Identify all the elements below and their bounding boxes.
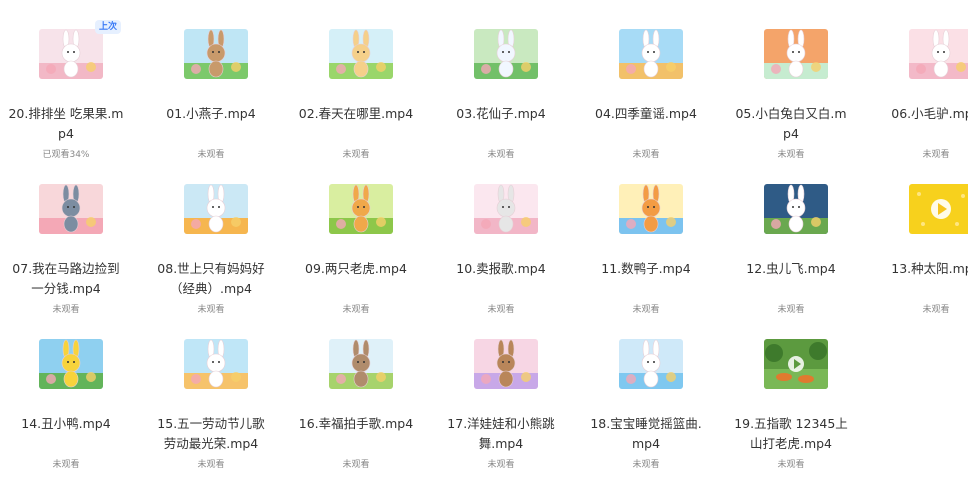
video-title[interactable]: 17.洋娃娃和小熊跳舞.mp4	[443, 414, 559, 454]
video-title[interactable]: 20.排排坐 吃果果.mp4	[8, 104, 124, 144]
video-title[interactable]: 08.世上只有妈妈好（经典）.mp4	[153, 259, 269, 299]
newspaper-rabbit-icon[interactable]	[474, 184, 538, 234]
video-title[interactable]: 06.小毛驴.mp4	[878, 104, 968, 144]
video-item[interactable]: 01.小燕子.mp4 未观看	[145, 0, 277, 160]
play-icon[interactable]	[909, 184, 968, 234]
video-item[interactable]: 16.幸福拍手歌.mp4 未观看	[290, 310, 422, 470]
video-item[interactable]: 18.宝宝睡觉摇篮曲.mp4 未观看	[580, 310, 712, 470]
video-item[interactable]: 06.小毛驴.mp4未观看	[870, 0, 968, 160]
monkey-rabbit-icon[interactable]	[184, 29, 248, 79]
two-rabbits-icon[interactable]	[764, 29, 828, 79]
watch-status: 未观看	[487, 460, 515, 470]
forest-play-icon[interactable]	[764, 339, 828, 389]
video-item[interactable]: 02.春天在哪里.mp4 未观看	[290, 0, 422, 160]
cat-rabbit-icon[interactable]	[39, 184, 103, 234]
video-item[interactable]: 11.数鸭子.mp4 未观看	[580, 155, 712, 315]
video-item[interactable]: 03.花仙子.mp4 未观看	[435, 0, 567, 160]
video-grid: 上次 20.排排坐 吃果果.mp4 已观看34% 01.小燕子.mp4 未观看 02.春天…	[0, 0, 968, 487]
video-item[interactable]: 上次 20.排排坐 吃果果.mp4 已观看34%	[0, 0, 132, 160]
video-item[interactable]: 13.种太阳.mp4 未观看	[870, 155, 968, 315]
video-title[interactable]: 12.虫儿飞.mp4	[733, 259, 849, 299]
video-title[interactable]: 11.数鸭子.mp4	[588, 259, 704, 299]
clapping-friends-icon[interactable]	[329, 339, 393, 389]
last-watched-badge: 上次	[95, 20, 122, 34]
video-item[interactable]: 04.四季童谣.mp4 未观看	[580, 0, 712, 160]
video-title[interactable]: 04.四季童谣.mp4	[588, 104, 704, 144]
watch-status: 未观看	[632, 460, 660, 470]
video-title[interactable]: 01.小燕子.mp4	[153, 104, 269, 144]
watch-status: 未观看	[52, 460, 80, 470]
spring-field-icon[interactable]	[329, 29, 393, 79]
video-item[interactable]: 08.世上只有妈妈好（经典）.mp4 未观看	[145, 155, 277, 315]
watch-status: 未观看	[777, 460, 805, 470]
video-item[interactable]: 17.洋娃娃和小熊跳舞.mp4 未观看	[435, 310, 567, 470]
video-title[interactable]: 02.春天在哪里.mp4	[298, 104, 414, 144]
watch-status: 未观看	[342, 460, 370, 470]
video-title[interactable]: 18.宝宝睡觉摇篮曲.mp4	[588, 414, 704, 454]
video-item[interactable]: 15.五一劳动节儿歌 劳动最光荣.mp4 未观看	[145, 310, 277, 470]
watch-status: 未观看	[922, 305, 950, 315]
video-title[interactable]: 03.花仙子.mp4	[443, 104, 559, 144]
video-title[interactable]: 15.五一劳动节儿歌 劳动最光荣.mp4	[153, 414, 269, 454]
video-item[interactable]: 19.五指歌 12345上山打老虎.mp4 未观看	[725, 310, 857, 470]
night-rabbit-icon[interactable]	[764, 184, 828, 234]
video-item[interactable]: 12.虫儿飞.mp4 未观看	[725, 155, 857, 315]
flower-rabbit-icon[interactable]	[474, 29, 538, 79]
video-item[interactable]: 14.丑小鸭.mp4 未观看	[0, 310, 132, 470]
sleeping-rabbit-icon[interactable]	[619, 339, 683, 389]
ducklings-icon[interactable]	[39, 339, 103, 389]
watch-status: 未观看	[197, 460, 225, 470]
dancing-bear-icon[interactable]	[474, 339, 538, 389]
video-item[interactable]: 07.我在马路边捡到一分钱.mp4 未观看	[0, 155, 132, 315]
video-title[interactable]: 10.卖报歌.mp4	[443, 259, 559, 299]
garden-rabbit-icon[interactable]	[619, 29, 683, 79]
video-item[interactable]: 09.两只老虎.mp4 未观看	[290, 155, 422, 315]
video-title[interactable]: 09.两只老虎.mp4	[298, 259, 414, 299]
tigers-icon[interactable]	[329, 184, 393, 234]
video-title[interactable]: 07.我在马路边捡到一分钱.mp4	[8, 259, 124, 299]
video-item[interactable]: 05.小白兔白又白.mp4 未观看	[725, 0, 857, 160]
shop-rabbit-icon[interactable]	[184, 339, 248, 389]
mother-rabbit-icon[interactable]	[184, 184, 248, 234]
video-item[interactable]: 10.卖报歌.mp4 未观看	[435, 155, 567, 315]
video-title[interactable]: 13.种太阳.mp4	[878, 259, 968, 299]
video-title[interactable]: 16.幸福拍手歌.mp4	[298, 414, 414, 454]
numbers-rabbit-icon[interactable]	[619, 184, 683, 234]
classroom-icon[interactable]	[39, 29, 103, 79]
video-title[interactable]: 19.五指歌 12345上山打老虎.mp4	[733, 414, 849, 454]
video-title[interactable]: 14.丑小鸭.mp4	[8, 414, 124, 454]
video-title[interactable]: 05.小白兔白又白.mp4	[733, 104, 849, 144]
pink-room-icon[interactable]	[909, 29, 968, 79]
